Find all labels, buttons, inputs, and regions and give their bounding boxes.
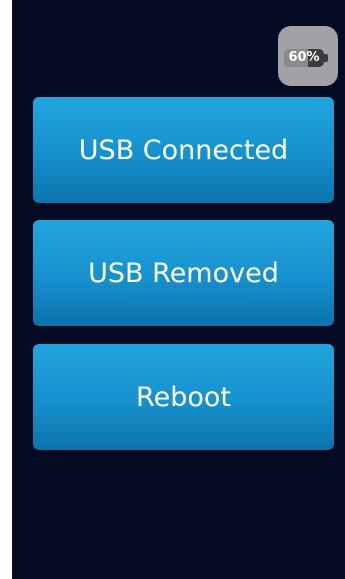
usb-connected-button[interactable]: USB Connected xyxy=(33,97,334,203)
battery-tip xyxy=(324,54,328,62)
battery-indicator: 60% xyxy=(278,26,338,86)
battery-percentage: 60% xyxy=(288,50,320,65)
reboot-button[interactable]: Reboot xyxy=(33,344,334,450)
device-screen: 60% USB Connected USB Removed Reboot xyxy=(12,0,345,579)
battery-icon: 60% xyxy=(284,49,324,67)
usb-removed-button[interactable]: USB Removed xyxy=(33,220,334,326)
